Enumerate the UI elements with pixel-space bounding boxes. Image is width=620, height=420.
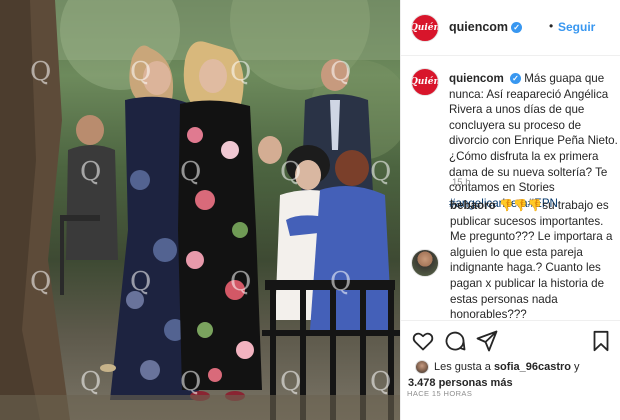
photo-illustration: Q Q Q Q Q Q Q Q Q Q Q Q Q Q Q Q — [0, 0, 400, 420]
watermark-letter: Q — [180, 157, 201, 187]
commenter-avatar[interactable] — [411, 249, 439, 277]
brand-logo-small: Quién — [411, 77, 439, 87]
caption-timestamp: 15 h — [452, 177, 471, 188]
comment-icon[interactable] — [443, 329, 467, 353]
follow-button[interactable]: Seguir — [558, 20, 595, 34]
verified-badge-icon: ✓ — [510, 73, 521, 84]
likes-text: Les gusta a sofia_96castro y 3.478 perso… — [408, 359, 614, 389]
post-photo[interactable]: Q Q Q Q Q Q Q Q Q Q Q Q Q Q Q Q — [0, 0, 400, 420]
watermark-letter: Q — [80, 157, 101, 187]
watermark-letter: Q — [130, 57, 151, 87]
caption-text: quiencom ✓ Más guapa que nunca: Así reap… — [449, 71, 620, 211]
separator-dot: • — [549, 19, 554, 33]
likes-connector: y — [574, 361, 580, 373]
username-link[interactable]: quiencom — [449, 20, 508, 34]
watermark-letter: Q — [180, 367, 201, 397]
posted-time: HACE 15 HORAS — [407, 389, 473, 398]
post-side-panel: Quién quiencom ✓ • Seguir Quién quiencom … — [400, 0, 620, 420]
comment-emoji: 👎👎👎 — [498, 199, 543, 212]
watermark-letter: Q — [330, 267, 351, 297]
liker-avatar[interactable] — [415, 360, 429, 374]
likes-prefix: Les gusta a — [434, 361, 491, 373]
watermark-letter: Q — [370, 157, 391, 187]
liker-username[interactable]: sofia_96castro — [494, 361, 571, 373]
watermark-letter: Q — [370, 367, 391, 397]
comment-username[interactable]: bebaoro — [450, 199, 496, 212]
share-icon[interactable] — [475, 329, 499, 353]
watermark-letter: Q — [30, 267, 51, 297]
heart-icon[interactable] — [411, 329, 435, 353]
bookmark-icon[interactable] — [589, 329, 613, 353]
caption-username[interactable]: quiencom — [449, 72, 504, 85]
account-avatar[interactable]: Quién — [411, 14, 439, 42]
watermark-letter: Q — [230, 267, 251, 297]
watermark-letter: Q — [80, 367, 101, 397]
header-username[interactable]: quiencom ✓ — [449, 20, 523, 34]
watermark-letter: Q — [130, 267, 151, 297]
comment-body: su trabajo es publicar sucesos important… — [450, 199, 613, 322]
watermark-letter: Q — [280, 367, 301, 397]
watermark-letter: Q — [330, 57, 351, 87]
watermark-letter: Q — [280, 157, 301, 187]
brand-logo: Quién — [411, 23, 439, 33]
caption-body: Más guapa que nunca: Así reapareció Angé… — [449, 72, 618, 195]
post-actions: Les gusta a sofia_96castro y 3.478 perso… — [401, 320, 620, 420]
verified-badge-icon: ✓ — [511, 22, 523, 33]
watermark-letter: Q — [230, 57, 251, 87]
watermark-letter: Q — [30, 57, 51, 87]
post-header: Quién quiencom ✓ • Seguir — [401, 0, 620, 56]
comment-text: bebaoro 👎👎👎su trabajo es publicar suceso… — [450, 198, 618, 323]
caption-avatar[interactable]: Quién — [411, 68, 439, 96]
